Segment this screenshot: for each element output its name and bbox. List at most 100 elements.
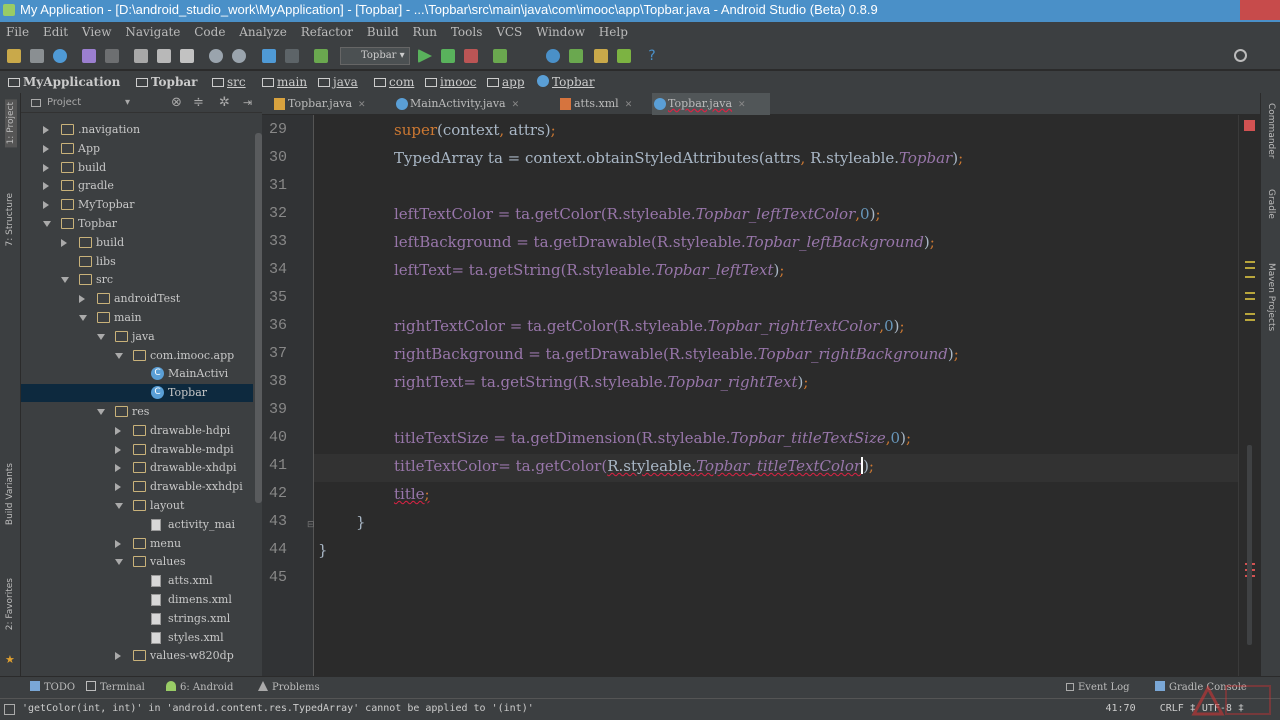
tree-item[interactable]: drawable-mdpi bbox=[21, 441, 253, 459]
breadcrumb-topbar-class[interactable]: Topbar bbox=[537, 71, 595, 93]
android-device-monitor-icon[interactable] bbox=[617, 49, 631, 63]
menu-edit[interactable]: Edit bbox=[43, 25, 68, 39]
chevron-right-icon[interactable] bbox=[43, 163, 49, 172]
tool-gradle[interactable]: Gradle bbox=[1266, 189, 1276, 219]
line-separator[interactable]: CRLF bbox=[1160, 703, 1184, 714]
menu-file[interactable]: File bbox=[6, 25, 29, 39]
search-everywhere-icon[interactable] bbox=[1234, 49, 1247, 62]
tree-item[interactable]: res bbox=[21, 403, 253, 421]
breadcrumb-src[interactable]: src bbox=[212, 71, 246, 93]
chevron-down-icon[interactable] bbox=[115, 352, 123, 359]
cursor-position[interactable]: 41:70 bbox=[1105, 703, 1135, 714]
tree-item[interactable]: C Topbar bbox=[21, 384, 253, 403]
attach-debugger-icon[interactable] bbox=[464, 49, 478, 63]
chevron-right-icon[interactable] bbox=[43, 126, 49, 134]
tree-item[interactable]: drawable-xhdpi bbox=[21, 459, 253, 477]
breadcrumb-com[interactable]: com bbox=[374, 71, 414, 93]
hide-panel-icon[interactable]: ⇥ bbox=[243, 93, 252, 113]
breadcrumb-myapplication[interactable]: MyApplication bbox=[8, 71, 120, 93]
tool-todo[interactable]: TODO bbox=[30, 677, 75, 699]
tree-item[interactable]: .navigation bbox=[21, 121, 253, 139]
chevron-right-icon[interactable] bbox=[115, 483, 121, 492]
sync-icon[interactable] bbox=[53, 49, 67, 63]
avd-manager-icon[interactable] bbox=[546, 49, 560, 63]
menu-refactor[interactable]: Refactor bbox=[301, 25, 353, 39]
chevron-down-icon[interactable] bbox=[43, 221, 51, 227]
chevron-down-icon[interactable] bbox=[79, 315, 87, 321]
chevron-right-icon[interactable] bbox=[115, 539, 121, 548]
debug-icon[interactable] bbox=[441, 49, 455, 63]
tree-item[interactable]: main bbox=[21, 309, 253, 327]
tree-item[interactable]: build bbox=[21, 159, 253, 177]
menu-vcs[interactable]: VCS bbox=[496, 25, 522, 39]
tree-item[interactable]: styles.xml bbox=[21, 629, 253, 647]
tree-item[interactable]: drawable-xxhdpi bbox=[21, 478, 253, 496]
undo-icon[interactable] bbox=[82, 49, 96, 63]
tree-item[interactable]: activity_mai bbox=[21, 516, 253, 534]
tool-android[interactable]: 6: Android bbox=[166, 677, 233, 699]
chevron-down-icon[interactable] bbox=[97, 333, 105, 340]
close-icon[interactable]: ✕ bbox=[738, 100, 746, 110]
menu-tools[interactable]: Tools bbox=[451, 25, 483, 39]
breadcrumb-topbar-module[interactable]: Topbar bbox=[136, 71, 197, 93]
tree-item[interactable]: libs bbox=[21, 253, 253, 271]
warning-marker[interactable] bbox=[1245, 267, 1255, 269]
editor-error-stripe[interactable] bbox=[1238, 115, 1260, 676]
run-icon[interactable] bbox=[418, 49, 432, 63]
chevron-down-icon[interactable]: ▾ bbox=[125, 93, 130, 113]
breadcrumb-imooc[interactable]: imooc bbox=[425, 71, 476, 93]
chevron-right-icon[interactable] bbox=[61, 238, 67, 247]
warning-marker[interactable] bbox=[1245, 292, 1255, 294]
tree-item[interactable]: values-w820dp bbox=[21, 647, 253, 665]
menu-build[interactable]: Build bbox=[367, 25, 399, 39]
warning-marker[interactable] bbox=[1245, 298, 1255, 300]
menu-help[interactable]: Help bbox=[599, 25, 628, 39]
close-icon[interactable]: ✕ bbox=[512, 100, 520, 110]
tab-mainactivity-java[interactable]: MainActivity.java ✕ bbox=[394, 93, 554, 115]
close-icon[interactable]: ✕ bbox=[625, 100, 633, 110]
project-scrollbar[interactable] bbox=[255, 133, 262, 503]
window-close-button[interactable] bbox=[1240, 0, 1280, 20]
open-folder-icon[interactable] bbox=[7, 49, 21, 63]
tree-item[interactable]: build bbox=[21, 234, 253, 252]
tool-commander[interactable]: Commander bbox=[1266, 103, 1276, 159]
save-icon[interactable] bbox=[30, 49, 44, 63]
project-structure-icon[interactable] bbox=[594, 49, 608, 63]
tree-item[interactable]: atts.xml bbox=[21, 572, 253, 590]
tool-project[interactable]: 1: Project bbox=[5, 99, 17, 148]
collapse-all-icon[interactable]: ≑ bbox=[193, 93, 204, 113]
forward-icon[interactable] bbox=[285, 49, 299, 63]
tree-item[interactable]: values bbox=[21, 553, 253, 571]
chevron-down-icon[interactable] bbox=[61, 277, 69, 284]
cut-icon[interactable] bbox=[134, 49, 148, 63]
paste-icon[interactable] bbox=[180, 49, 194, 63]
editor-scrollbar-thumb[interactable] bbox=[1247, 445, 1252, 645]
tree-item[interactable]: dimens.xml bbox=[21, 591, 253, 609]
tree-item[interactable]: MyTopbar bbox=[21, 196, 253, 214]
tool-windows-toggle-icon[interactable] bbox=[4, 704, 15, 715]
close-icon[interactable]: ✕ bbox=[358, 100, 366, 110]
tree-item[interactable]: menu bbox=[21, 535, 253, 553]
tree-item[interactable]: gradle bbox=[21, 177, 253, 195]
tree-item[interactable]: Topbar bbox=[21, 215, 253, 233]
menu-window[interactable]: Window bbox=[536, 25, 585, 39]
warning-marker[interactable] bbox=[1245, 319, 1255, 321]
menu-navigate[interactable]: Navigate bbox=[125, 25, 180, 39]
breadcrumb-app[interactable]: app bbox=[487, 71, 525, 93]
gear-icon[interactable]: ✲ bbox=[219, 93, 230, 113]
warning-marker[interactable] bbox=[1245, 261, 1255, 263]
tool-gradle-console[interactable]: Gradle Console bbox=[1155, 677, 1247, 699]
scroll-from-source-icon[interactable]: ⊗ bbox=[171, 93, 182, 113]
tree-item[interactable]: App bbox=[21, 140, 253, 158]
chevron-right-icon[interactable] bbox=[43, 182, 49, 191]
chevron-right-icon[interactable] bbox=[115, 464, 121, 473]
chevron-down-icon[interactable] bbox=[97, 409, 105, 415]
chevron-right-icon[interactable] bbox=[79, 295, 85, 304]
file-encoding[interactable]: UTF-8 bbox=[1202, 703, 1232, 714]
back-icon[interactable] bbox=[262, 49, 276, 63]
copy-icon[interactable] bbox=[157, 49, 171, 63]
tool-event-log[interactable]: Event Log bbox=[1066, 677, 1130, 699]
chevron-down-icon[interactable] bbox=[115, 503, 123, 509]
find-icon[interactable] bbox=[209, 49, 223, 63]
tool-build-variants[interactable]: Build Variants bbox=[5, 463, 15, 525]
